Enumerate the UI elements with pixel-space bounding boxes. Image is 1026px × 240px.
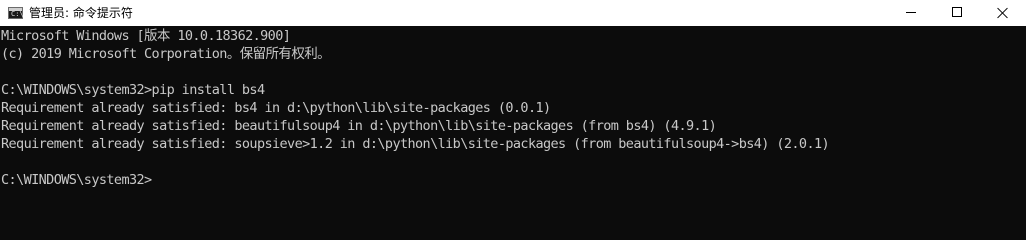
console-line-output: Requirement already satisfied: bs4 in d:…: [1, 100, 551, 116]
command-prompt-window: C:\ 管理员: 命令提示符 Microsoft Windows [版本 10.…: [0, 0, 1026, 240]
console-line-command: C:\WINDOWS\system32>pip install bs4: [1, 82, 265, 98]
title-bar[interactable]: C:\ 管理员: 命令提示符: [0, 0, 1026, 26]
console-output[interactable]: Microsoft Windows [版本 10.0.18362.900] (c…: [0, 27, 1026, 240]
close-icon: [997, 7, 1009, 19]
console-line-copyright: (c) 2019 Microsoft Corporation。保留所有权利。: [1, 46, 331, 62]
console-line-version: Microsoft Windows [版本 10.0.18362.900]: [1, 28, 291, 44]
console-prompt[interactable]: C:\WINDOWS\system32>: [1, 171, 152, 189]
cmd-icon[interactable]: C:\: [8, 7, 24, 19]
window-title: 管理员: 命令提示符: [29, 6, 133, 20]
minimize-icon: [906, 12, 916, 13]
console-line-output: Requirement already satisfied: beautiful…: [1, 118, 717, 134]
window-controls: [888, 0, 1026, 26]
minimize-button[interactable]: [888, 0, 934, 26]
maximize-button[interactable]: [934, 0, 980, 26]
console-line-output: Requirement already satisfied: soupsieve…: [1, 136, 830, 152]
maximize-icon: [952, 7, 962, 17]
close-button[interactable]: [980, 0, 1026, 26]
